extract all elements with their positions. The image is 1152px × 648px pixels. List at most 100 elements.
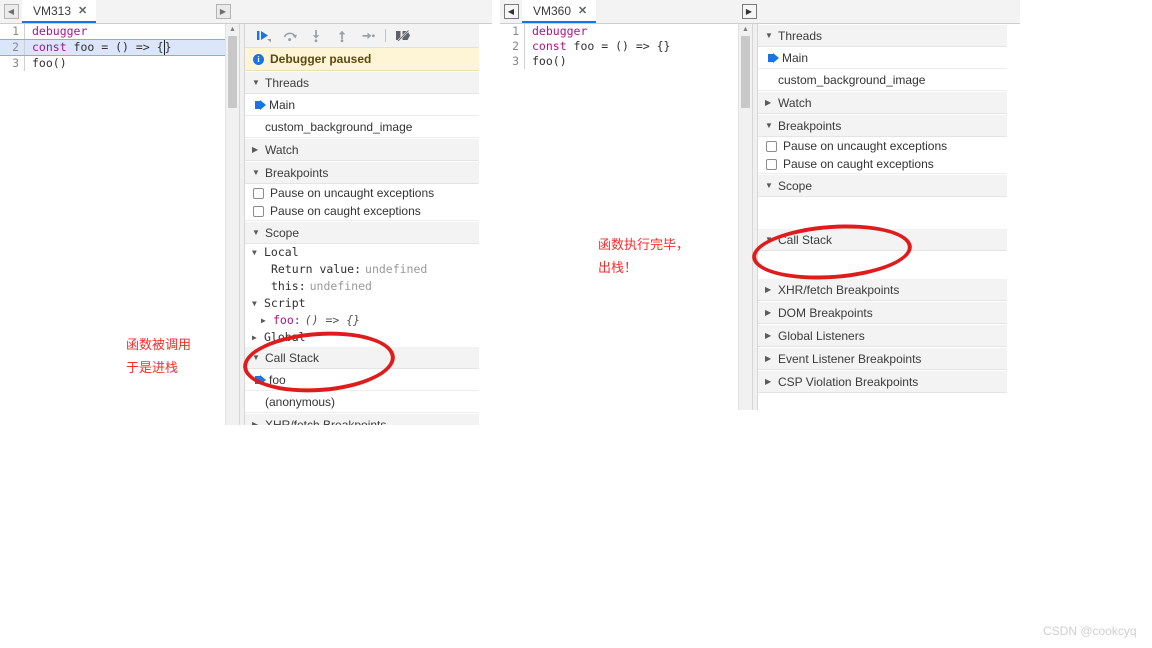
section-label: Global Listeners <box>778 328 865 343</box>
right-source-editor[interactable]: 1 debugger 2 const foo = () => {} 3 foo(… <box>500 24 738 410</box>
annotation-right-line2: 出栈！ <box>598 261 638 276</box>
section-label: Call Stack <box>778 232 833 247</box>
scope-global[interactable]: ▶ Global <box>252 329 479 346</box>
scroll-thumb[interactable] <box>228 36 237 108</box>
csdn-watermark: CSDN @cookcyq <box>1043 624 1137 638</box>
left-tab-next-button[interactable]: ▶ <box>212 0 234 23</box>
left-panel-body: 1 debugger 2 const foo = () => { } 3 foo… <box>0 24 492 425</box>
triangle-right-icon: ▶ <box>252 420 259 425</box>
step-button[interactable] <box>355 25 381 47</box>
scroll-up-icon[interactable]: ▲ <box>739 24 752 35</box>
thread-label: Main <box>269 97 296 112</box>
left-call-stack-frame-foo[interactable]: foo <box>245 369 479 391</box>
this-val: undefined <box>309 279 372 293</box>
triangle-down-icon: ▼ <box>765 181 773 190</box>
left-thread-background[interactable]: custom_background_image <box>245 116 479 138</box>
scroll-thumb[interactable] <box>741 36 750 108</box>
right-section-watch[interactable]: ▶ Watch <box>758 91 1007 114</box>
left-tab-prev-button[interactable]: ◀ <box>0 0 22 23</box>
checkbox-label: Pause on caught exceptions <box>783 157 934 171</box>
triangle-right-icon: ▶ <box>252 333 257 342</box>
right-section-threads[interactable]: ▼ Threads <box>758 24 1007 47</box>
right-sidebar-scrollbar[interactable] <box>1007 24 1020 410</box>
right-section-breakpoints[interactable]: ▼ Breakpoints <box>758 114 1007 137</box>
triangle-down-icon: ▼ <box>252 353 260 362</box>
right-section-event-listener-breakpoints[interactable]: ▶ Event Listener Breakpoints <box>758 347 1007 370</box>
line-number: 3 <box>500 54 525 69</box>
section-label: Call Stack <box>265 350 320 365</box>
scope-script[interactable]: ▼ Script <box>252 295 479 312</box>
code-line[interactable]: 1 debugger <box>0 24 225 39</box>
section-label: Watch <box>265 142 299 157</box>
right-pause-uncaught-row[interactable]: Pause on uncaught exceptions <box>758 137 1007 155</box>
step-out-button[interactable] <box>329 25 355 47</box>
left-section-breakpoints[interactable]: ▼ Breakpoints <box>245 161 479 184</box>
left-section-scope[interactable]: ▼ Scope <box>245 221 479 244</box>
scope-this: this: undefined <box>252 278 479 295</box>
step-over-button[interactable] <box>277 25 303 47</box>
left-thread-main[interactable]: Main <box>245 94 479 116</box>
left-debugger-toolbar <box>245 24 479 48</box>
left-section-watch[interactable]: ▶ Watch <box>245 138 479 161</box>
code-line[interactable]: 3 foo() <box>500 54 738 69</box>
triangle-right-icon: ▶ <box>765 308 772 317</box>
resume-button[interactable] <box>251 25 277 47</box>
right-tab-prev-button[interactable]: ◀ <box>500 0 522 23</box>
left-scope-body: ▼ Local Return value: undefined this: un… <box>245 244 479 346</box>
checkbox-pause-caught[interactable] <box>766 158 777 170</box>
right-section-dom-breakpoints[interactable]: ▶ DOM Breakpoints <box>758 301 1007 324</box>
right-scope-empty <box>758 197 1007 228</box>
left-sidebar-scrollbar[interactable] <box>479 24 492 425</box>
right-thread-background[interactable]: custom_background_image <box>758 69 1007 91</box>
right-pause-caught-row[interactable]: Pause on caught exceptions <box>758 155 1007 174</box>
right-section-call-stack[interactable]: ▼ Call Stack <box>758 228 1007 251</box>
line-text: const foo = () => {} <box>532 39 671 53</box>
checkbox-pause-uncaught[interactable] <box>253 187 264 199</box>
scroll-up-icon[interactable]: ▲ <box>226 24 239 35</box>
checkbox-label: Pause on caught exceptions <box>270 204 421 218</box>
right-section-xhr-breakpoints[interactable]: ▶ XHR/fetch Breakpoints <box>758 278 1007 301</box>
right-tabstrip: ◀ VM360 ✕ ▶ <box>500 0 1020 24</box>
left-section-threads[interactable]: ▼ Threads <box>245 71 479 94</box>
left-section-call-stack[interactable]: ▼ Call Stack <box>245 346 479 369</box>
triangle-down-icon: ▼ <box>252 299 257 308</box>
code-line[interactable]: 1 debugger <box>500 24 738 39</box>
devtools-panel-left: ◀ VM313 ✕ ▶ 1 debugger 2 const foo = () … <box>0 0 492 425</box>
code-line[interactable]: 3 foo() <box>0 56 225 71</box>
triangle-down-icon: ▼ <box>765 235 773 244</box>
left-call-stack-frame-anonymous[interactable]: (anonymous) <box>245 391 479 413</box>
scope-label: Local <box>264 245 299 259</box>
triangle-down-icon: ▼ <box>252 168 260 177</box>
triangle-down-icon: ▼ <box>252 248 257 257</box>
left-debugger-sidebar: i Debugger paused ▼ Threads Main custom_… <box>245 24 479 425</box>
scope-script-foo[interactable]: ▶ foo: () => {} <box>252 312 479 329</box>
right-section-global-listeners[interactable]: ▶ Global Listeners <box>758 324 1007 347</box>
right-section-csp-violation-breakpoints[interactable]: ▶ CSP Violation Breakpoints <box>758 370 1007 393</box>
step-into-button[interactable] <box>303 25 329 47</box>
left-pause-uncaught-row[interactable]: Pause on uncaught exceptions <box>245 184 479 202</box>
right-thread-main[interactable]: Main <box>758 47 1007 69</box>
code-line[interactable]: 2 const foo = () => {} <box>500 39 738 54</box>
checkbox-pause-caught[interactable] <box>253 205 264 217</box>
right-section-scope[interactable]: ▼ Scope <box>758 174 1007 197</box>
deactivate-breakpoints-button[interactable] <box>390 25 416 47</box>
code-line-executing[interactable]: 2 const foo = () => { } <box>0 39 225 56</box>
section-label: XHR/fetch Breakpoints <box>265 417 387 426</box>
right-tab-vm360[interactable]: VM360 ✕ <box>522 0 597 23</box>
left-source-editor[interactable]: 1 debugger 2 const foo = () => { } 3 foo… <box>0 24 225 425</box>
scope-label: Global <box>264 330 306 344</box>
left-section-xhr-breakpoints[interactable]: ▶ XHR/fetch Breakpoints <box>245 413 479 425</box>
right-editor-scrollbar[interactable]: ▲ <box>738 24 752 410</box>
left-tab-vm313[interactable]: VM313 ✕ <box>22 0 97 23</box>
close-icon[interactable]: ✕ <box>78 4 87 17</box>
triangle-right-icon: ▶ <box>765 331 772 340</box>
checkbox-pause-uncaught[interactable] <box>766 140 777 152</box>
right-panel-body: 1 debugger 2 const foo = () => {} 3 foo(… <box>500 24 1020 410</box>
line-number: 1 <box>500 24 525 39</box>
left-editor-scrollbar[interactable]: ▲ <box>225 24 239 425</box>
return-value-val: undefined <box>365 262 428 276</box>
right-tab-next-button[interactable]: ▶ <box>738 0 760 23</box>
left-pause-caught-row[interactable]: Pause on caught exceptions <box>245 202 479 221</box>
close-icon[interactable]: ✕ <box>578 4 587 17</box>
scope-local[interactable]: ▼ Local <box>252 244 479 261</box>
